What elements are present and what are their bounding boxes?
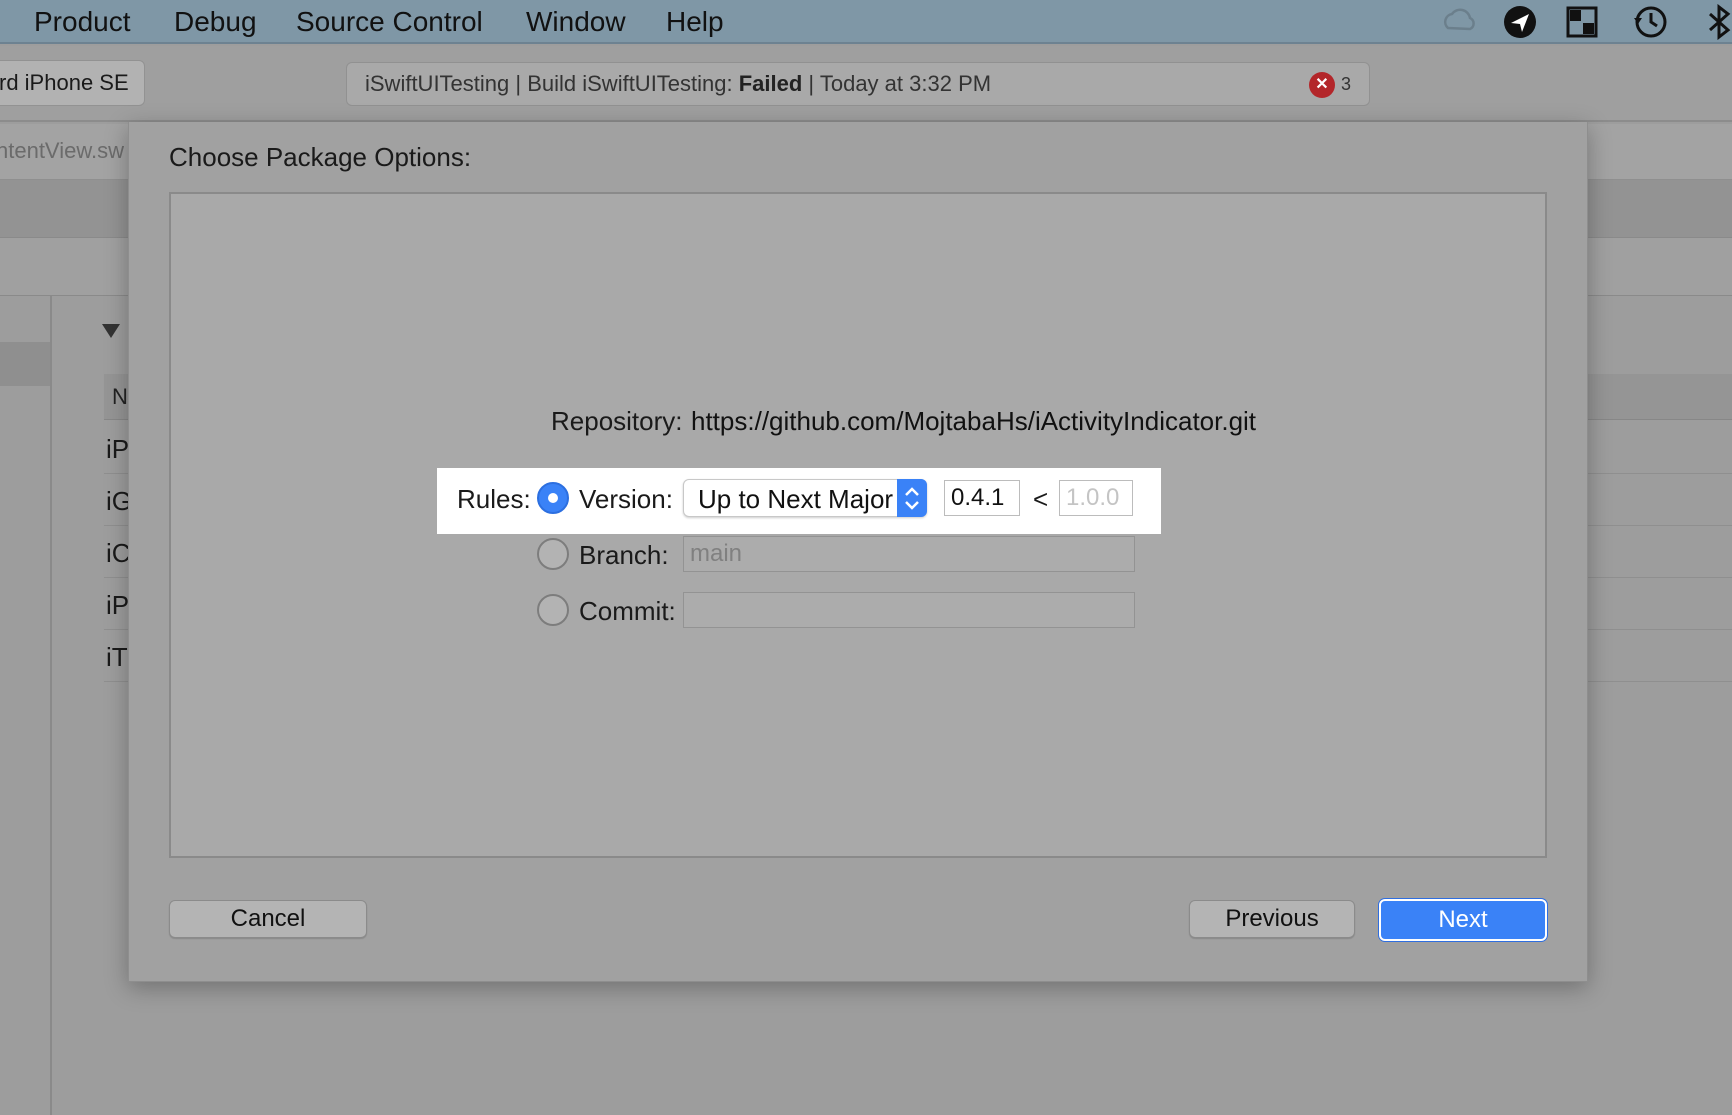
bluetooth-icon[interactable]	[1700, 3, 1732, 41]
commit-field[interactable]	[683, 592, 1135, 628]
previous-button[interactable]: Previous	[1189, 900, 1355, 938]
version-label: Version:	[579, 484, 673, 514]
version-rule-popup[interactable]: Up to Next Major	[683, 479, 927, 517]
chevron-up-down-icon[interactable]	[897, 479, 927, 517]
creative-cloud-icon[interactable]	[1440, 4, 1480, 40]
version-separator: <	[1033, 484, 1049, 514]
menu-bar: Product Debug Source Control Window Help	[0, 0, 1732, 44]
disclosure-triangle-icon[interactable]	[102, 324, 120, 338]
branch-field[interactable]: main	[683, 536, 1135, 572]
toolbar: rd iPhone SE iSwiftUITesting | Build iSw…	[0, 46, 1732, 122]
sheet-title: Choose Package Options:	[169, 142, 472, 172]
error-count[interactable]: 3	[1341, 74, 1351, 95]
activity-status: Failed	[738, 71, 803, 96]
list-header-name[interactable]: N	[112, 384, 128, 410]
list-item-label: iP	[106, 434, 130, 464]
navigation-arrow-icon[interactable]	[1500, 4, 1540, 40]
menu-help[interactable]: Help	[666, 6, 724, 38]
commit-radio[interactable]	[537, 594, 569, 626]
activity-text: iSwiftUITesting | Build iSwiftUITesting:…	[365, 71, 991, 97]
menu-source-control[interactable]: Source Control	[296, 6, 483, 38]
rules-label: Rules:	[457, 484, 531, 514]
package-options-sheet: Choose Package Options: Repository: http…	[128, 122, 1588, 982]
list-item-label: iC	[106, 538, 131, 568]
activity-project: iSwiftUITesting | Build iSwiftUITesting:	[365, 71, 739, 96]
version-to-field[interactable]: 1.0.0	[1059, 480, 1133, 516]
menu-debug[interactable]: Debug	[174, 6, 257, 38]
version-radio[interactable]	[537, 482, 569, 514]
menu-window[interactable]: Window	[526, 6, 626, 38]
navigator-column	[0, 296, 52, 1115]
branch-radio[interactable]	[537, 538, 569, 570]
menu-product[interactable]: Product	[34, 6, 131, 38]
next-button[interactable]: Next	[1379, 899, 1547, 941]
branch-label: Branch:	[579, 540, 669, 570]
repository-url: https://github.com/MojtabaHs/iActivityIn…	[691, 406, 1257, 436]
activity-time: | Today at 3:32 PM	[802, 71, 992, 96]
error-icon[interactable]: ✕	[1309, 72, 1335, 98]
scheme-selector[interactable]: rd iPhone SE	[0, 60, 145, 106]
cancel-button[interactable]: Cancel	[169, 900, 367, 938]
version-from-field[interactable]: 0.4.1	[944, 480, 1020, 516]
editor-tab-contentview[interactable]: ntentView.sw	[0, 138, 124, 164]
time-machine-icon[interactable]	[1630, 4, 1670, 40]
commit-label: Commit:	[579, 596, 676, 626]
window-layout-icon[interactable]	[1562, 4, 1602, 40]
list-item-label: iT	[106, 642, 128, 672]
list-item-label: iP	[106, 590, 130, 620]
navigator-selection	[0, 342, 50, 386]
repository-label: Repository:	[551, 406, 683, 436]
options-content-box: Repository: https://github.com/MojtabaHs…	[169, 192, 1547, 858]
version-rule-value: Up to Next Major	[698, 484, 894, 514]
activity-viewer[interactable]: iSwiftUITesting | Build iSwiftUITesting:…	[346, 62, 1370, 106]
